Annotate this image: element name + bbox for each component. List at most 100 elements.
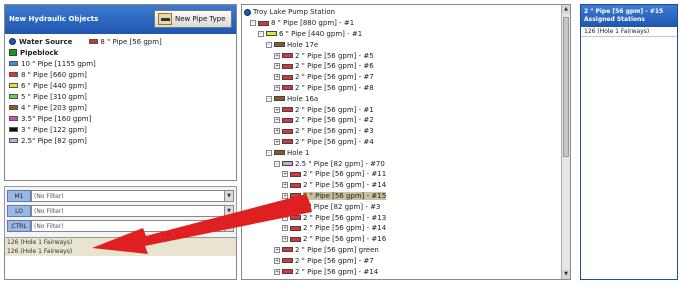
collapse-icon[interactable]: - [274,203,280,210]
expand-icon[interactable]: + [274,268,280,275]
tree-node[interactable]: +2 " Pipe [56 gpm] - #4 [244,137,568,148]
pipe-type-item[interactable]: 8 " Pipe [660 gpm] [9,69,232,80]
pipe-swatch-icon [282,204,293,210]
tree-node[interactable]: +2 " Pipe [56 gpm] - #7 [244,72,568,83]
tree-node[interactable]: +2 " Pipe [56 gpm] - #11 [244,169,568,180]
pipe-tree-panel: Troy Lake Pump Station -8 " Pipe [880 gpm… [241,4,571,280]
tree-node[interactable]: +2 " Pipe [56 gpm] - #1 [244,104,568,115]
tree-node[interactable]: +2 " Pipe [56 gpm] - #14 [244,266,568,277]
tree-node[interactable]: +2 " Pipe [56 gpm] - #7 [244,255,568,266]
water-source-item[interactable]: Water Source 8 " Pipe [56 gpm] [9,36,232,47]
tree-node[interactable]: +2 " Pipe [56 gpm] - #14 [244,223,568,234]
assigned-station-item[interactable]: 126 (Hole 1 Fairways) [581,27,677,37]
tree-node[interactable]: +2 " Pipe [56 gpm] - #6 [244,61,568,72]
tree-node[interactable]: +2 " Pipe [56 gpm] - #3 [244,126,568,137]
pipe-swatch-icon [282,85,293,91]
tree-node-label: Troy Lake Pump Station [253,8,336,17]
tree-node-label: 6 " Pipe [440 gpm] - #1 [279,29,363,38]
tree-node-label: 2 " Pipe [56 gpm] - #13 [303,213,387,222]
tree-node[interactable]: +2 " Pipe [56 gpm] green [244,245,568,256]
expand-icon[interactable]: + [274,74,280,81]
collapse-icon[interactable]: - [258,30,264,37]
expand-icon[interactable]: + [274,138,280,145]
collapse-icon[interactable]: - [266,149,272,156]
pipe-type-item[interactable]: 4 " Pipe [203 gpm] [9,102,232,113]
scroll-down-icon[interactable]: ▼ [562,270,570,279]
expand-icon[interactable]: + [274,52,280,59]
expand-icon[interactable]: + [282,214,288,221]
expand-icon[interactable]: + [274,246,280,253]
collapse-icon[interactable]: - [266,41,272,48]
new-pipe-type-label: New Pipe Type [175,15,226,23]
tree-node-label: 2 " Pipe [56 gpm] - #4 [295,137,374,146]
tree-node-label: 2.5 " Pipe [82 gpm] - #70 [295,159,385,168]
tree-node[interactable]: - Hole 1 [244,147,568,158]
scroll-thumb[interactable] [563,17,569,157]
tree-node[interactable]: - Hole 17e [244,39,568,50]
expand-icon[interactable]: + [274,117,280,124]
tree-node[interactable]: +2 " Pipe [56 gpm] - #5 [244,50,568,61]
chevron-down-icon[interactable]: ▼ [224,205,233,216]
tree-node-label: 2 " Pipe [56 gpm] - #6 [295,62,374,71]
pipe-swatch-icon [9,105,18,110]
filter-select[interactable]: (No Filter) ▼ [31,189,234,202]
new-pipe-type-button[interactable]: New Pipe Type [154,10,232,28]
tree-node[interactable]: +2 " Pipe [56 gpm] - #16 [244,234,568,245]
collapse-icon[interactable]: - [250,20,256,27]
tree-node-label: 2 " Pipe [56 gpm] - #7 [295,73,374,82]
filter-result-item[interactable]: 126 (Hole 1 Fairways) [5,238,236,247]
pipe-tree: Troy Lake Pump Station -8 " Pipe [880 gpm… [242,5,570,279]
expand-icon[interactable]: + [274,106,280,113]
pipe-type-item[interactable]: 5 " Pipe [310 gpm] [9,91,232,102]
tree-node-label: 2 " Pipe [56 gpm] green [295,245,379,254]
tree-scrollbar[interactable]: ▲ ▼ [561,5,570,279]
tree-node[interactable]: +2 " Pipe [56 gpm] - #15 [244,191,568,202]
tree-node[interactable]: - 8 " Pipe [880 gpm] - #1 [244,18,568,29]
tree-node[interactable]: - 6 " Pipe [440 gpm] - #1 [244,29,568,40]
tree-node-label: 2 " Pipe [56 gpm] - #5 [295,51,374,60]
filter-select[interactable]: (No Filter) ▼ [31,219,234,232]
pipe-type-item[interactable]: 3.5" Pipe [160 gpm] [9,113,232,124]
tree-node[interactable]: - Hole 16a [244,93,568,104]
objects-panel-title: New Hydraulic Objects [9,15,99,23]
water-source-pipe[interactable]: 8 " Pipe [56 gpm] [89,38,162,46]
tree-node-label: 2 " Pipe [56 gpm] - #1 [295,105,374,114]
pipe-type-item[interactable]: 2.5" Pipe [82 gpm] [9,135,232,146]
tree-node[interactable]: +2 " Pipe [56 gpm] - #13 [244,212,568,223]
tree-node[interactable]: - 2.5 " Pipe [82 gpm] - #70 [244,158,568,169]
water-source-icon [9,38,16,45]
pipe-type-item[interactable]: 3 " Pipe [122 gpm] [9,124,232,135]
collapse-icon[interactable]: - [266,95,272,102]
pipe-swatch-icon [258,20,269,26]
expand-icon[interactable]: + [274,257,280,264]
pipe-swatch-icon [282,117,293,123]
tree-node[interactable]: +2 " Pipe [56 gpm] - #2 [244,115,568,126]
pipe-type-item[interactable]: 10 " Pipe [1155 gpm] [9,58,232,69]
chevron-down-icon[interactable]: ▼ [224,220,233,231]
tree-node[interactable]: +2 " Pipe [56 gpm] - #8 [244,83,568,94]
chevron-down-icon[interactable]: ▼ [224,190,233,201]
expand-icon[interactable]: + [282,182,288,189]
pipe-swatch-icon [274,96,285,102]
collapse-icon[interactable]: - [274,160,280,167]
filter-result-item[interactable]: 126 (Hole 1 Fairways) [5,247,236,256]
pipe-swatch-icon [282,107,293,113]
expand-icon[interactable]: + [282,192,288,199]
pipe-swatch-icon [290,171,301,177]
tree-node-label: 2 " Pipe [56 gpm] - #3 [295,127,374,136]
expand-icon[interactable]: + [282,225,288,232]
tree-node[interactable]: - 2.5 " Pipe [82 gpm] - #3 [244,201,568,212]
expand-icon[interactable]: + [274,63,280,70]
expand-icon[interactable]: + [282,236,288,243]
expand-icon[interactable]: + [274,84,280,91]
tree-node[interactable]: Troy Lake Pump Station [244,7,568,18]
pipe-type-item[interactable]: 6 " Pipe [440 gpm] [9,80,232,91]
scroll-up-icon[interactable]: ▲ [562,5,570,14]
tree-node[interactable]: +2 " Pipe [56 gpm] - #14 [244,180,568,191]
tree-node-label: 2 " Pipe [56 gpm] - #14 [303,224,387,233]
tree-node-label: 2 " Pipe [56 gpm] - #7 [295,256,374,265]
expand-icon[interactable]: + [274,128,280,135]
expand-icon[interactable]: + [282,171,288,178]
filter-select[interactable]: (No Filter) ▼ [31,204,234,217]
pipeblock-item[interactable]: Pipeblock [9,47,232,58]
